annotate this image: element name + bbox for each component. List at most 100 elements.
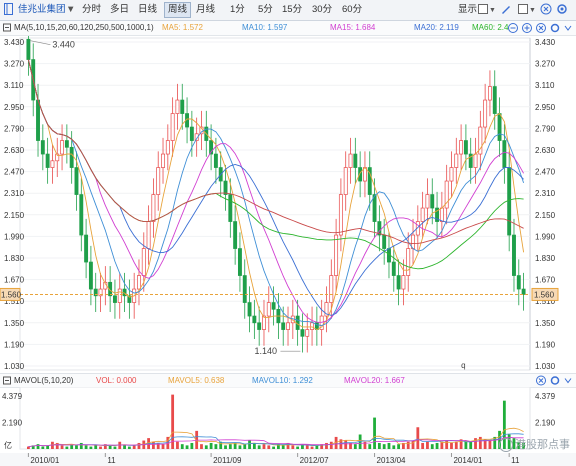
candle-body <box>233 221 238 249</box>
candle-body <box>483 99 488 128</box>
candle-body <box>257 322 262 330</box>
candle-body <box>300 329 305 337</box>
stock-name[interactable]: 佳兆业集团 <box>18 3 66 17</box>
candle-body <box>329 275 334 303</box>
price-tick-right: 1.990 <box>535 232 556 241</box>
tab-period-3[interactable]: 周线 <box>164 2 192 18</box>
volume-bar <box>392 445 396 449</box>
vol-label: MAVOL(5,10,20) <box>14 376 74 385</box>
candle-body <box>84 234 89 263</box>
volume-bar <box>161 444 165 449</box>
volume-bar <box>190 442 194 449</box>
volume-bar <box>257 445 261 449</box>
volume-bar <box>435 442 439 449</box>
ma10-value: MA10: 1.597 <box>242 23 288 32</box>
panel-toggle-icon[interactable] <box>4 3 14 17</box>
volume-bar <box>416 427 420 449</box>
tab-period-2[interactable]: 日线 <box>138 3 157 17</box>
plot-area <box>19 37 531 371</box>
vol-value: VOL: 0.000 <box>96 376 137 385</box>
price-tick-left: 1.030 <box>4 362 25 371</box>
time-tick-label: 11 <box>107 456 116 465</box>
time-axis-bg <box>0 453 576 466</box>
tab-period-1[interactable]: 多日 <box>110 3 129 17</box>
ma20-value: MA20: 2.119 <box>414 23 459 32</box>
volume-bar <box>84 445 88 449</box>
volume-bar <box>305 445 309 449</box>
candle-body <box>487 86 492 101</box>
candle-body <box>459 140 464 155</box>
chart-box-icon[interactable]: ▼ <box>518 3 536 17</box>
volume-bar <box>123 445 126 449</box>
candle-body <box>425 194 430 209</box>
tab-period-5[interactable]: 1分 <box>230 3 245 17</box>
candle-body <box>473 153 478 168</box>
settings-icon[interactable] <box>556 3 568 17</box>
price-tick-left: 2.630 <box>4 146 25 155</box>
mavol20-value: MAVOL20: 1.667 <box>344 376 405 385</box>
candle-body <box>69 146 74 168</box>
time-tick-label: 2013/04 <box>377 456 406 465</box>
display-menu-box-icon[interactable]: ▼ <box>478 3 496 17</box>
time-tick-label: 11 <box>511 456 520 465</box>
volume-bar <box>373 417 376 449</box>
price-tick-right: 2.470 <box>535 168 556 177</box>
volume-bar <box>65 446 69 449</box>
tab-period-6[interactable]: 5分 <box>258 3 273 17</box>
tab-period-8[interactable]: 30分 <box>312 3 332 17</box>
price-tick-left: 1.190 <box>4 340 25 349</box>
volume-bar <box>248 440 251 449</box>
price-chart[interactable]: 3.430 3.430 3.270 3.270 3.110 3.110 2.950 2.950… <box>0 36 576 374</box>
candle-body <box>40 140 45 155</box>
volume-bar <box>214 444 218 449</box>
candle-body <box>146 221 151 249</box>
price-tick-right: 1.670 <box>535 276 556 285</box>
volume-bar <box>325 442 328 449</box>
candle-body <box>88 261 93 290</box>
volume-bar <box>113 446 117 449</box>
candle-body <box>180 99 185 114</box>
svg-text:▼: ▼ <box>529 7 536 14</box>
price-tick-left: 2.150 <box>4 211 25 220</box>
volume-bar <box>127 446 131 449</box>
volume-bar <box>488 440 492 449</box>
candle-body <box>79 194 84 236</box>
price-tick-left: 1.830 <box>4 254 25 263</box>
chart-toolbar: 佳兆业集团 ▼ 分时 多日 日线 周线 月线 1分 5分 15分 30分 60分… <box>0 0 576 21</box>
volume-chart[interactable]: 4.379 4.379 2.190 2.190 亿 <box>0 387 576 453</box>
display-menu[interactable]: 显示 <box>458 3 477 17</box>
volume-bar <box>89 446 93 449</box>
pen-icon[interactable] <box>500 3 512 17</box>
price-tick-left: 2.470 <box>4 168 25 177</box>
tab-period-0[interactable]: 分时 <box>82 3 101 17</box>
price-tick-right: 3.270 <box>535 60 556 69</box>
candle-body <box>305 329 310 337</box>
high-marker-label: 3.440 <box>52 40 75 50</box>
candle-body <box>26 38 31 60</box>
price-tick-left: 1.350 <box>4 319 25 328</box>
volume-bar <box>252 442 256 449</box>
dropdown-arrow-icon[interactable]: ▼ <box>66 3 75 17</box>
mavol5-value: MAVOL5: 0.638 <box>168 376 225 385</box>
volume-tick-right: 2.190 <box>535 419 556 428</box>
volume-bar <box>450 442 453 449</box>
price-tick-right: 2.150 <box>535 211 556 220</box>
candle-body <box>156 167 161 195</box>
candle-body <box>175 99 180 114</box>
ma60-value: MA60: 2.4 <box>472 23 509 32</box>
volume-indicator-bar: MAVOL(5,10,20) VOL: 0.000 MAVOL5: 0.638 … <box>0 373 576 388</box>
candle-body <box>36 99 40 141</box>
volume-bar <box>200 444 203 449</box>
close-icon[interactable] <box>540 3 552 17</box>
candle-body <box>64 140 69 148</box>
tab-period-7[interactable]: 15分 <box>282 3 302 17</box>
volume-bar <box>426 441 429 449</box>
candle-body <box>45 153 50 168</box>
candle-body <box>237 248 242 276</box>
tab-period-9[interactable]: 60分 <box>342 3 362 17</box>
tab-period-4[interactable]: 月线 <box>196 3 215 17</box>
volume-bar <box>75 445 78 449</box>
candle-body <box>492 86 497 114</box>
candle-body <box>60 140 65 155</box>
price-tick-right: 1.030 <box>535 362 556 371</box>
